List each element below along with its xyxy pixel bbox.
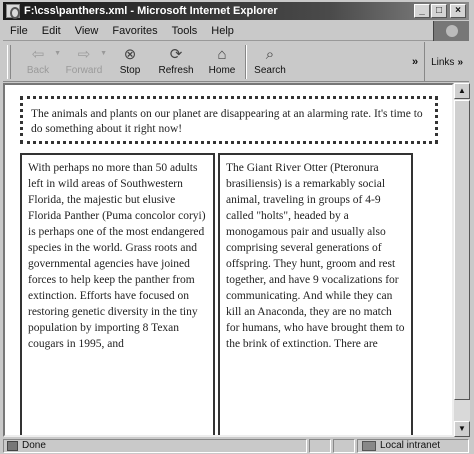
- links-toolbar[interactable]: Links »: [424, 42, 469, 82]
- search-label: Search: [254, 65, 286, 76]
- vertical-scrollbar[interactable]: ▲ ▼: [454, 83, 470, 437]
- scroll-down-icon[interactable]: ▼: [454, 421, 470, 437]
- stop-button[interactable]: ⊗ Stop: [107, 42, 153, 82]
- standard-toolbar: ⇦ Back ▼ ⇨ Forward ▼ ⊗ Stop ⟳ Refresh ⌂ …: [3, 42, 469, 82]
- menu-edit[interactable]: Edit: [35, 25, 68, 37]
- stop-icon: ⊗: [123, 46, 137, 63]
- status-cell-progress: [309, 438, 331, 453]
- otter-column: The Giant River Otter (Pteronura brasili…: [218, 153, 413, 435]
- zone-label: Local intranet: [380, 440, 441, 451]
- links-label: Links: [431, 56, 455, 68]
- stop-label: Stop: [119, 65, 141, 76]
- intranet-zone-icon: [362, 440, 376, 451]
- forward-button[interactable]: ⇨ Forward ▼: [61, 42, 107, 82]
- back-label: Back: [26, 65, 50, 76]
- toolbar-chevron-icon[interactable]: »: [412, 56, 418, 68]
- panther-column: With perhaps no more than 50 adults left…: [20, 153, 215, 435]
- status-cell-security: [333, 438, 355, 453]
- ie-app-icon[interactable]: [6, 4, 20, 19]
- menu-favorites[interactable]: Favorites: [105, 25, 164, 37]
- back-button[interactable]: ⇦ Back ▼: [15, 42, 61, 82]
- back-dropdown-icon[interactable]: ▼: [54, 50, 61, 57]
- title-bar[interactable]: F:\css\panthers.xml - Microsoft Internet…: [3, 2, 469, 20]
- minimize-button[interactable]: _: [414, 4, 430, 18]
- page-content[interactable]: The animals and plants on our planet are…: [3, 83, 454, 437]
- scroll-up-icon[interactable]: ▲: [454, 83, 470, 99]
- browser-window: F:\css\panthers.xml - Microsoft Internet…: [0, 0, 474, 454]
- intro-box: The animals and plants on our planet are…: [20, 96, 438, 144]
- status-main: Done: [3, 438, 307, 453]
- window-title: F:\css\panthers.xml - Microsoft Internet…: [24, 5, 278, 17]
- refresh-label: Refresh: [158, 65, 194, 76]
- refresh-button[interactable]: ⟳ Refresh: [153, 42, 199, 82]
- refresh-icon: ⟳: [169, 46, 183, 63]
- menu-view[interactable]: View: [68, 25, 106, 37]
- back-arrow-icon: ⇦: [31, 46, 45, 63]
- security-zone: Local intranet: [357, 438, 469, 453]
- home-label: Home: [208, 65, 236, 76]
- home-icon: ⌂: [217, 46, 227, 63]
- menu-tools[interactable]: Tools: [165, 25, 205, 37]
- menu-help[interactable]: Help: [204, 25, 241, 37]
- search-icon: ⌕: [265, 46, 275, 63]
- maximize-button[interactable]: □: [431, 4, 447, 18]
- window-controls: _ □ ×: [414, 4, 466, 18]
- home-button[interactable]: ⌂ Home: [199, 42, 245, 82]
- forward-dropdown-icon[interactable]: ▼: [100, 50, 107, 57]
- links-chevron-icon[interactable]: »: [457, 57, 463, 68]
- links-area: » Links »: [412, 42, 469, 82]
- windows-logo-icon: [433, 21, 469, 41]
- close-button[interactable]: ×: [450, 4, 466, 18]
- menu-bar: File Edit View Favorites Tools Help: [3, 21, 469, 41]
- page-done-icon: [7, 440, 18, 451]
- toolbar-grip[interactable]: [7, 45, 11, 79]
- menu-file[interactable]: File: [3, 25, 35, 37]
- forward-label: Forward: [65, 65, 103, 76]
- search-button[interactable]: ⌕ Search: [247, 42, 293, 82]
- status-text: Done: [22, 440, 46, 451]
- scroll-thumb[interactable]: [454, 100, 470, 400]
- status-bar: Done Local intranet: [3, 438, 469, 453]
- forward-arrow-icon: ⇨: [77, 46, 91, 63]
